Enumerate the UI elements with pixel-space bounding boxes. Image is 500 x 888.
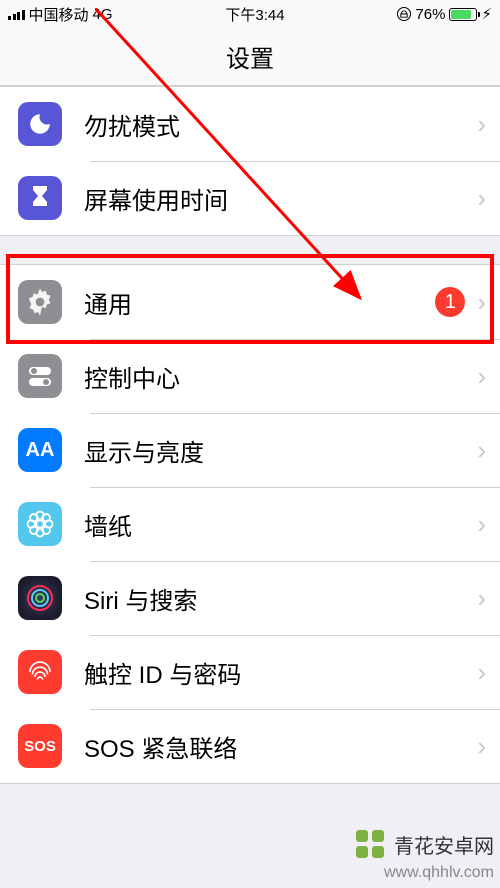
- sos-icon: SOS: [18, 724, 62, 768]
- orientation-lock-icon: [397, 7, 411, 21]
- clock: 下午3:44: [113, 4, 398, 25]
- notification-badge: 1: [435, 287, 465, 317]
- watermark-url: www.qhhlv.com: [352, 864, 494, 882]
- row-label: 显示与亮度: [84, 433, 477, 468]
- row-screen-time[interactable]: 屏幕使用时间 ›: [0, 161, 500, 235]
- row-label: 勿扰模式: [84, 107, 477, 142]
- network-label: 4G: [93, 6, 113, 23]
- gear-icon: [18, 280, 62, 324]
- watermark: 青花安卓网 www.qhhlv.com: [352, 826, 494, 882]
- battery-icon: [449, 8, 477, 21]
- row-siri[interactable]: Siri 与搜索 ›: [0, 561, 500, 635]
- row-label: Siri 与搜索: [84, 581, 477, 616]
- chevron-right-icon: ›: [477, 509, 486, 540]
- row-label: 墙纸: [84, 507, 477, 542]
- row-control-center[interactable]: 控制中心 ›: [0, 339, 500, 413]
- page-title: 设置: [0, 28, 500, 86]
- status-bar: 中国移动 4G 下午3:44 76% ⚡︎: [0, 0, 500, 28]
- chevron-right-icon: ›: [477, 731, 486, 762]
- status-left: 中国移动 4G: [8, 4, 113, 25]
- row-general[interactable]: 通用 1 ›: [0, 265, 500, 339]
- chevron-right-icon: ›: [477, 583, 486, 614]
- hourglass-icon: [18, 176, 62, 220]
- moon-icon: [18, 102, 62, 146]
- row-touch-id[interactable]: 触控 ID 与密码 ›: [0, 635, 500, 709]
- row-do-not-disturb[interactable]: 勿扰模式 ›: [0, 87, 500, 161]
- carrier-label: 中国移动: [29, 4, 89, 25]
- watermark-site-name: 青花安卓网: [394, 830, 494, 859]
- page-title-text: 设置: [226, 39, 274, 74]
- row-label: 屏幕使用时间: [84, 181, 477, 216]
- chevron-right-icon: ›: [477, 109, 486, 140]
- chevron-right-icon: ›: [477, 287, 486, 318]
- section-general: 通用 1 › 控制中心 › AA 显示与亮度 › 墙纸 › Siri 与搜索 ›: [0, 264, 500, 784]
- chevron-right-icon: ›: [477, 657, 486, 688]
- row-sos[interactable]: SOS SOS 紧急联络 ›: [0, 709, 500, 783]
- row-label: 控制中心: [84, 359, 477, 394]
- charging-icon: ⚡︎: [481, 5, 492, 23]
- row-display-brightness[interactable]: AA 显示与亮度 ›: [0, 413, 500, 487]
- row-label: SOS 紧急联络: [84, 729, 477, 764]
- battery-percent: 76%: [415, 6, 445, 23]
- toggles-icon: [18, 354, 62, 398]
- chevron-right-icon: ›: [477, 183, 486, 214]
- row-label: 通用: [84, 285, 435, 320]
- watermark-logo-icon: [352, 826, 388, 862]
- chevron-right-icon: ›: [477, 435, 486, 466]
- text-size-icon: AA: [18, 428, 62, 472]
- chevron-right-icon: ›: [477, 361, 486, 392]
- row-wallpaper[interactable]: 墙纸 ›: [0, 487, 500, 561]
- row-label: 触控 ID 与密码: [84, 655, 477, 690]
- fingerprint-icon: [18, 650, 62, 694]
- section-attention: 勿扰模式 › 屏幕使用时间 ›: [0, 86, 500, 236]
- siri-icon: [18, 576, 62, 620]
- section-gap: [0, 236, 500, 264]
- flower-icon: [18, 502, 62, 546]
- sos-icon-text: SOS: [24, 738, 56, 755]
- status-right: 76% ⚡︎: [397, 5, 492, 23]
- signal-icon: [8, 8, 25, 20]
